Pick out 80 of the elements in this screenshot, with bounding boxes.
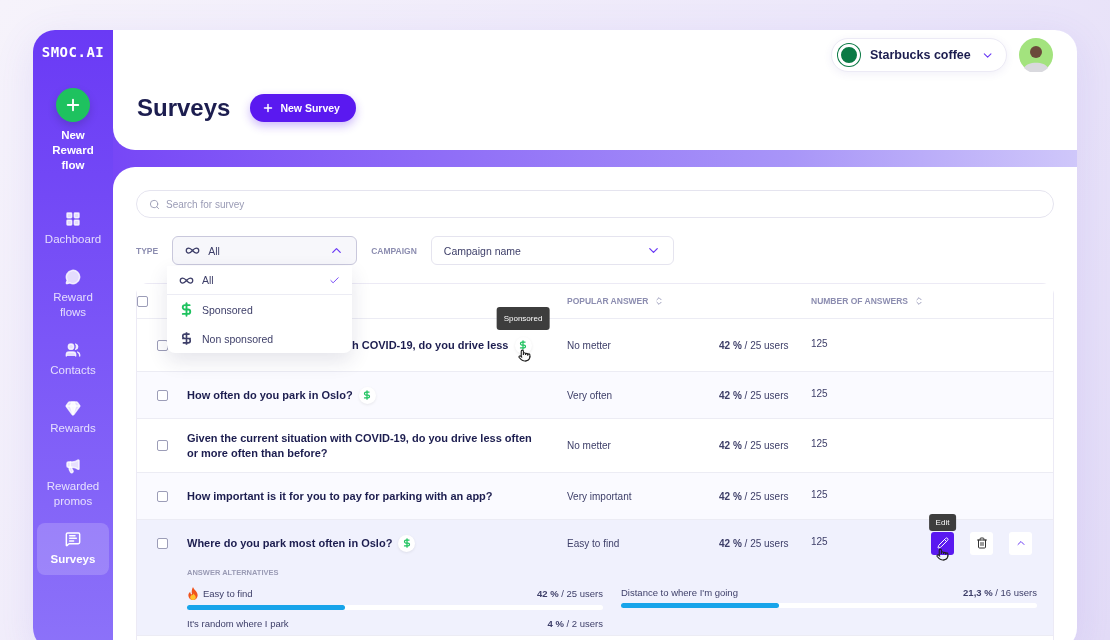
answer-count: 125 bbox=[811, 438, 829, 449]
popular-answer: No metter bbox=[567, 440, 612, 451]
tooltip: Sponsored bbox=[496, 306, 550, 330]
menu-item[interactable]: All bbox=[167, 266, 352, 295]
collapse-button[interactable] bbox=[1009, 531, 1032, 555]
answer-label: It's random where I park bbox=[187, 618, 289, 629]
answer-share: 4 % / 2 users bbox=[547, 618, 603, 629]
sidebar-item[interactable]: Surveys bbox=[37, 523, 109, 575]
dashboard-icon bbox=[65, 211, 81, 227]
checkbox[interactable] bbox=[156, 440, 168, 451]
survey-question: h COVID-19, do you drive less bbox=[352, 337, 509, 353]
chat-icon bbox=[65, 269, 81, 285]
sort-icon[interactable] bbox=[913, 296, 924, 306]
survey-question: Given the current situation with COVID-19, do you drive less often or more often than before? bbox=[187, 430, 533, 461]
hand-cursor-icon bbox=[517, 348, 531, 362]
survey-question: How often do you park in Oslo? bbox=[187, 387, 353, 403]
sidebar-item[interactable]: Contacts bbox=[37, 334, 109, 386]
avatar[interactable] bbox=[1019, 38, 1053, 72]
contacts-icon bbox=[65, 342, 81, 358]
add-button[interactable] bbox=[56, 88, 90, 122]
dollar-icon bbox=[401, 538, 412, 548]
filter-select[interactable]: Campaign name bbox=[430, 236, 674, 265]
answer-share: 42 % / 25 users bbox=[719, 339, 790, 351]
plus-icon bbox=[64, 96, 82, 114]
menu-item[interactable]: Non sponsored bbox=[167, 324, 352, 353]
sidebar-item[interactable]: Rewarded promos bbox=[37, 450, 109, 517]
answer-share: 42 % / 25 users bbox=[719, 490, 790, 502]
megaphone-icon bbox=[65, 458, 81, 474]
logo: SMOC.AI bbox=[41, 44, 105, 60]
checkbox[interactable] bbox=[156, 490, 168, 502]
dollar-icon bbox=[518, 340, 528, 350]
survey-question: Where do you park most often in Oslo? bbox=[187, 535, 393, 551]
filter-label: CAMPAIGN bbox=[371, 245, 417, 256]
answer-label: Easy to find bbox=[203, 588, 253, 599]
sidebar-item[interactable]: Dachboard bbox=[37, 203, 109, 255]
answer-label: Distance to where I'm going bbox=[621, 587, 738, 598]
answer-count: 125 bbox=[811, 535, 829, 547]
diamond-icon bbox=[65, 400, 81, 416]
column-header[interactable]: POPULAR ANSWER bbox=[567, 296, 649, 306]
answer-share: 42 % / 25 users bbox=[719, 440, 790, 451]
menu-item[interactable]: Sponsored bbox=[167, 295, 352, 324]
crossed-dollar-icon bbox=[179, 331, 194, 346]
popular-answer: No metter bbox=[567, 339, 612, 351]
sidebar-item[interactable]: Rewards bbox=[37, 392, 109, 444]
answer-share: 42 % / 25 users bbox=[537, 588, 603, 599]
trash-icon bbox=[975, 537, 988, 549]
checkbox[interactable] bbox=[156, 389, 168, 401]
answer-share: 21,3 % / 16 users bbox=[963, 587, 1037, 598]
pencil-icon bbox=[936, 537, 949, 549]
answer-count: 125 bbox=[811, 488, 829, 500]
checkbox[interactable] bbox=[156, 537, 168, 549]
delete-button[interactable] bbox=[970, 531, 993, 555]
dollar-icon bbox=[179, 302, 194, 317]
popular-answer: Easy to find bbox=[567, 537, 621, 549]
page-title: Surveys bbox=[137, 94, 231, 122]
search-icon bbox=[149, 198, 160, 210]
plus-icon bbox=[262, 102, 275, 114]
brand-logo-icon bbox=[838, 44, 860, 66]
sort-icon[interactable] bbox=[654, 296, 665, 306]
checkbox[interactable] bbox=[156, 339, 168, 351]
hand-cursor-icon bbox=[936, 547, 949, 561]
dollar-icon bbox=[362, 390, 373, 400]
dollar-badge[interactable] bbox=[514, 336, 532, 354]
answer-share: 42 % / 25 users bbox=[719, 537, 790, 549]
question-bubble-icon bbox=[65, 531, 81, 547]
new-reward-flow-label: New Reward flow bbox=[51, 128, 95, 173]
filter-select[interactable]: All bbox=[172, 236, 358, 265]
check-icon bbox=[329, 274, 340, 286]
answer-share: 42 % / 25 users bbox=[719, 389, 790, 401]
filter-label: TYPE bbox=[136, 245, 159, 256]
popular-answer: Very often bbox=[567, 389, 614, 401]
survey-question: How important is it for you to pay for parking with an app? bbox=[187, 488, 493, 504]
answer-count: 125 bbox=[811, 337, 829, 349]
answer-count: 125 bbox=[811, 387, 829, 399]
new-survey-button[interactable]: New Survey bbox=[250, 94, 356, 122]
sidebar-item[interactable]: Reward flows bbox=[37, 261, 109, 328]
account-selector[interactable]: Starbucks coffee bbox=[831, 38, 1007, 72]
column-header[interactable]: NUMBER OF ANSWERS bbox=[811, 296, 908, 306]
checkbox[interactable] bbox=[137, 295, 148, 307]
popular-answer: Very important bbox=[567, 490, 633, 502]
